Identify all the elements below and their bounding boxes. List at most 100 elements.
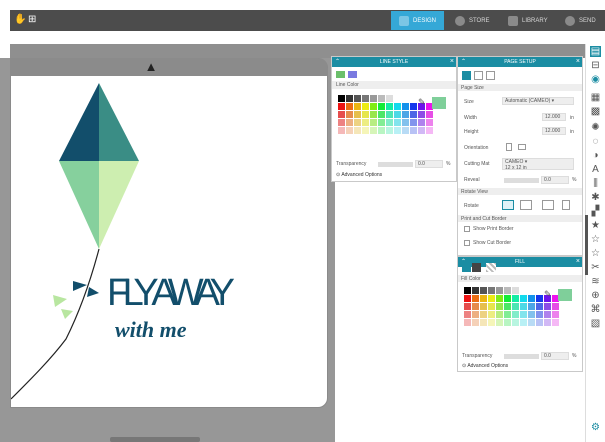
color-swatch[interactable]	[528, 303, 535, 310]
hand-icon[interactable]: ✋	[14, 14, 26, 25]
color-swatch[interactable]	[512, 311, 519, 318]
replicate-icon[interactable]: ▞	[590, 206, 601, 217]
color-swatch[interactable]	[480, 311, 487, 318]
color-swatch[interactable]	[504, 287, 511, 294]
color-swatch[interactable]	[370, 95, 377, 102]
color-swatch[interactable]	[386, 127, 393, 134]
color-swatch[interactable]	[512, 287, 519, 294]
color-swatch[interactable]	[410, 127, 417, 134]
star-outline-icon[interactable]: ☆	[590, 234, 601, 245]
color-swatch[interactable]	[504, 295, 511, 302]
color-swatch[interactable]	[378, 111, 385, 118]
color-swatch[interactable]	[354, 119, 361, 126]
page-setup-tab-3[interactable]	[486, 71, 495, 80]
color-swatch[interactable]	[504, 319, 511, 326]
color-swatch[interactable]	[488, 303, 495, 310]
page-setup-tab-2[interactable]	[474, 71, 483, 80]
selected-line-color[interactable]	[432, 97, 446, 109]
close-icon[interactable]: ×	[576, 57, 580, 67]
fill-advanced-options[interactable]: ⊙ Advanced Options	[462, 363, 508, 369]
color-swatch[interactable]	[402, 111, 409, 118]
eyedropper-icon[interactable]: ✎	[544, 289, 552, 300]
color-swatch[interactable]	[338, 127, 345, 134]
color-swatch[interactable]	[480, 319, 487, 326]
color-swatch[interactable]	[394, 95, 401, 102]
horizontal-scrollbar[interactable]	[110, 437, 200, 442]
fill-gradient-tab[interactable]	[472, 263, 481, 272]
rotate-270-button[interactable]	[562, 200, 570, 210]
color-swatch[interactable]	[496, 311, 503, 318]
color-swatch[interactable]	[346, 119, 353, 126]
sketch-icon[interactable]: ≋	[590, 276, 601, 287]
color-swatch[interactable]	[528, 295, 535, 302]
color-swatch[interactable]	[402, 127, 409, 134]
color-swatch[interactable]	[418, 119, 425, 126]
color-swatch[interactable]	[426, 119, 433, 126]
color-swatch[interactable]	[410, 111, 417, 118]
color-swatch[interactable]	[362, 103, 369, 110]
fill-transparency-input[interactable]: 0.0	[541, 352, 569, 360]
color-swatch[interactable]	[480, 303, 487, 310]
color-swatch[interactable]	[394, 103, 401, 110]
color-swatch[interactable]	[354, 95, 361, 102]
color-swatch[interactable]	[370, 127, 377, 134]
color-swatch[interactable]	[378, 119, 385, 126]
color-swatch[interactable]	[528, 311, 535, 318]
settings-icon[interactable]: ⚙	[590, 422, 601, 433]
color-swatch[interactable]	[472, 303, 479, 310]
color-swatch[interactable]	[480, 295, 487, 302]
add-page-icon[interactable]: ⊞	[28, 14, 36, 25]
landscape-icon[interactable]	[518, 144, 526, 150]
design-canvas[interactable]: FLY AWAY with me	[10, 58, 328, 408]
line-transparency-slider[interactable]	[378, 162, 413, 167]
library-panel-icon[interactable]: ▧	[590, 318, 601, 329]
color-swatch[interactable]	[472, 295, 479, 302]
contrast-icon[interactable]: ◑	[590, 150, 601, 161]
color-swatch[interactable]	[354, 103, 361, 110]
color-swatch[interactable]	[386, 103, 393, 110]
size-select[interactable]: Automatic (CAMEO) ▾	[502, 97, 574, 105]
store-panel-icon[interactable]: ◉	[590, 74, 601, 85]
color-swatch[interactable]	[464, 287, 471, 294]
color-swatch[interactable]	[346, 103, 353, 110]
show-print-border-checkbox[interactable]	[464, 226, 470, 232]
color-swatch[interactable]	[528, 319, 535, 326]
color-swatch[interactable]	[472, 319, 479, 326]
color-swatch[interactable]	[512, 319, 519, 326]
line-advanced-options[interactable]: ⊙ Advanced Options	[336, 172, 382, 178]
color-swatch[interactable]	[378, 95, 385, 102]
close-icon[interactable]: ×	[576, 257, 580, 267]
color-swatch[interactable]	[410, 103, 417, 110]
color-swatch[interactable]	[552, 303, 559, 310]
color-swatch[interactable]	[528, 287, 535, 294]
color-swatch[interactable]	[402, 119, 409, 126]
color-swatch[interactable]	[402, 103, 409, 110]
vertical-scrollbar[interactable]	[585, 215, 588, 275]
color-swatch[interactable]	[488, 319, 495, 326]
color-swatch[interactable]	[520, 287, 527, 294]
color-swatch[interactable]	[362, 119, 369, 126]
selected-fill-color[interactable]	[558, 289, 572, 301]
color-swatch[interactable]	[426, 111, 433, 118]
color-swatch[interactable]	[480, 287, 487, 294]
text-style-icon[interactable]: A	[590, 164, 601, 175]
color-swatch[interactable]	[464, 319, 471, 326]
color-swatch[interactable]	[536, 295, 543, 302]
color-swatch[interactable]	[464, 311, 471, 318]
fill-panel-icon[interactable]: ▦	[590, 92, 601, 103]
line-style-icon[interactable]: ✺	[590, 122, 601, 133]
portrait-icon[interactable]	[506, 143, 512, 151]
color-swatch[interactable]	[394, 119, 401, 126]
color-swatch[interactable]	[504, 311, 511, 318]
color-swatch[interactable]	[504, 303, 511, 310]
collapse-icon[interactable]: ⌃	[335, 57, 340, 67]
page-setup-tab-1[interactable]	[462, 71, 471, 80]
color-swatch[interactable]	[496, 295, 503, 302]
color-swatch[interactable]	[544, 311, 551, 318]
fill-transparency-slider[interactable]	[504, 354, 539, 359]
canvas-title-text[interactable]: FLY AWAY	[107, 272, 235, 314]
color-swatch[interactable]	[402, 95, 409, 102]
color-swatch[interactable]	[346, 127, 353, 134]
color-swatch[interactable]	[496, 319, 503, 326]
arrow-up-icon[interactable]: ▲	[143, 60, 159, 74]
